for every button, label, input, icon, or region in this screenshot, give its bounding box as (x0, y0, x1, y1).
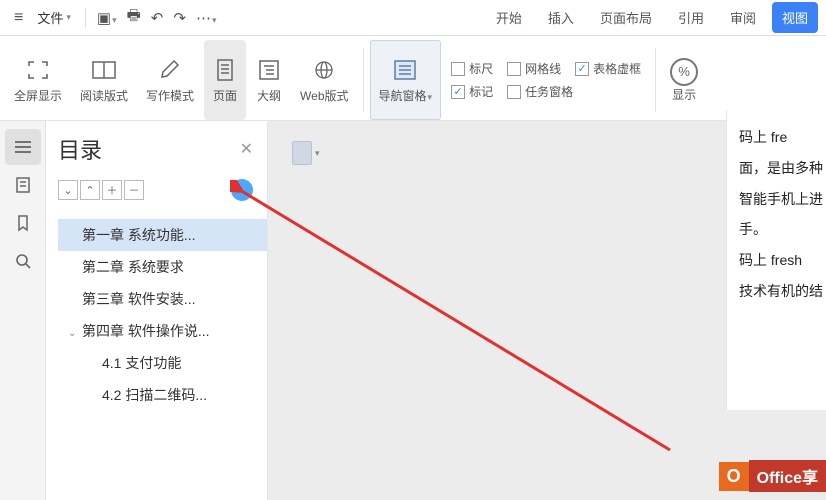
page-icon (212, 57, 238, 83)
view-checks: 标尺 网格线 ✓表格虚框 ✓标记 任务窗格 (443, 40, 649, 120)
writing-icon (157, 57, 183, 83)
btn-writing[interactable]: 写作模式 (138, 40, 202, 120)
tab-reference[interactable]: 引用 (668, 2, 714, 33)
nav-add[interactable]: ＋ (102, 180, 122, 200)
qa-print[interactable]: 🖶 (122, 1, 146, 34)
tree-item[interactable]: 4.1 支付功能 (58, 347, 267, 379)
watermark: O Office享 (719, 460, 826, 492)
ribbon-tabs: 开始 插入 页面布局 引用 审阅 视图 (486, 2, 818, 33)
chevron-down-icon[interactable]: ⌄ (68, 328, 82, 339)
menubar: ≡ 文件▾ ▣▾ 🖶 ↶ ↷ ⋯▾ 开始 插入 页面布局 引用 审阅 视图 (0, 0, 826, 36)
nav-title: 目录 (58, 133, 102, 165)
tab-start[interactable]: 开始 (486, 2, 532, 33)
chk-table-virtual[interactable]: ✓表格虚框 (575, 60, 641, 77)
fullscreen-icon (25, 57, 51, 83)
web-icon (311, 57, 337, 83)
btn-nav-pane[interactable]: 导航窗格▾ (370, 40, 442, 120)
nav-collapse-all[interactable]: ⌄ (58, 180, 78, 200)
qa-more[interactable]: ⋯▾ (191, 5, 222, 31)
side-pages[interactable] (5, 167, 41, 203)
tab-insert[interactable]: 插入 (538, 2, 584, 33)
btn-web[interactable]: Web版式 (292, 40, 356, 120)
document-preview: 码上 fre 面，是由多种 智能手机上进 手。 码上 fresh 技术有机的结 (726, 110, 826, 410)
tree-item[interactable]: ⌄第四章 软件操作说... (58, 315, 267, 347)
reading-icon (91, 57, 117, 83)
nav-panel: 目录 ✕ ⌄ ⌃ ＋ － 第一章 系统功能... 第二章 系统要求 第三章 软件… (46, 121, 268, 500)
nav-remove[interactable]: － (124, 180, 144, 200)
side-bookmark[interactable] (5, 205, 41, 241)
side-search[interactable] (5, 243, 41, 279)
qa-redo[interactable]: ↷ (168, 5, 191, 31)
tree-item[interactable]: 第二章 系统要求 (58, 251, 267, 283)
tree-item[interactable]: 第一章 系统功能... (58, 219, 267, 251)
btn-reading[interactable]: 阅读版式 (72, 40, 136, 120)
btn-outline[interactable]: 大纲 (248, 40, 290, 120)
tree-item[interactable]: 4.2 扫描二维码... (58, 379, 267, 411)
chk-ruler[interactable]: 标尺 (451, 60, 493, 77)
page-thumbnail-icon (292, 141, 312, 165)
nav-ai-icon[interactable] (231, 179, 253, 201)
outline-icon (256, 57, 282, 83)
btn-page[interactable]: 页面 (204, 40, 246, 120)
sidebar (0, 121, 46, 500)
percent-icon: % (670, 58, 698, 86)
main: 目录 ✕ ⌄ ⌃ ＋ － 第一章 系统功能... 第二章 系统要求 第三章 软件… (0, 121, 826, 500)
nav-pane-icon (392, 57, 418, 83)
chk-taskpane[interactable]: 任务窗格 (507, 83, 573, 100)
tab-page-layout[interactable]: 页面布局 (590, 2, 662, 33)
ribbon: 全屏显示 阅读版式 写作模式 页面 大纲 Web版式 导航窗格▾ 标尺 网格线 … (0, 36, 826, 121)
side-outline[interactable] (5, 129, 41, 165)
btn-fullscreen[interactable]: 全屏显示 (6, 40, 70, 120)
tab-view[interactable]: 视图 (772, 2, 818, 33)
file-menu[interactable]: 文件▾ (29, 4, 79, 31)
hamburger-icon[interactable]: ≡ (8, 5, 29, 31)
page-icon-bar[interactable]: ▾ (292, 141, 320, 165)
chk-grid[interactable]: 网格线 (507, 60, 561, 77)
nav-expand-all[interactable]: ⌃ (80, 180, 100, 200)
nav-tree: 第一章 系统功能... 第二章 系统要求 第三章 软件安装... ⌄第四章 软件… (58, 219, 267, 411)
chk-mark[interactable]: ✓标记 (451, 83, 493, 100)
qa-undo[interactable]: ↶ (146, 5, 169, 31)
tab-review[interactable]: 审阅 (720, 2, 766, 33)
btn-display[interactable]: % 显示 (662, 40, 698, 120)
qa-save[interactable]: ▣▾ (92, 5, 122, 31)
nav-close[interactable]: ✕ (240, 139, 253, 159)
tree-item[interactable]: 第三章 软件安装... (58, 283, 267, 315)
